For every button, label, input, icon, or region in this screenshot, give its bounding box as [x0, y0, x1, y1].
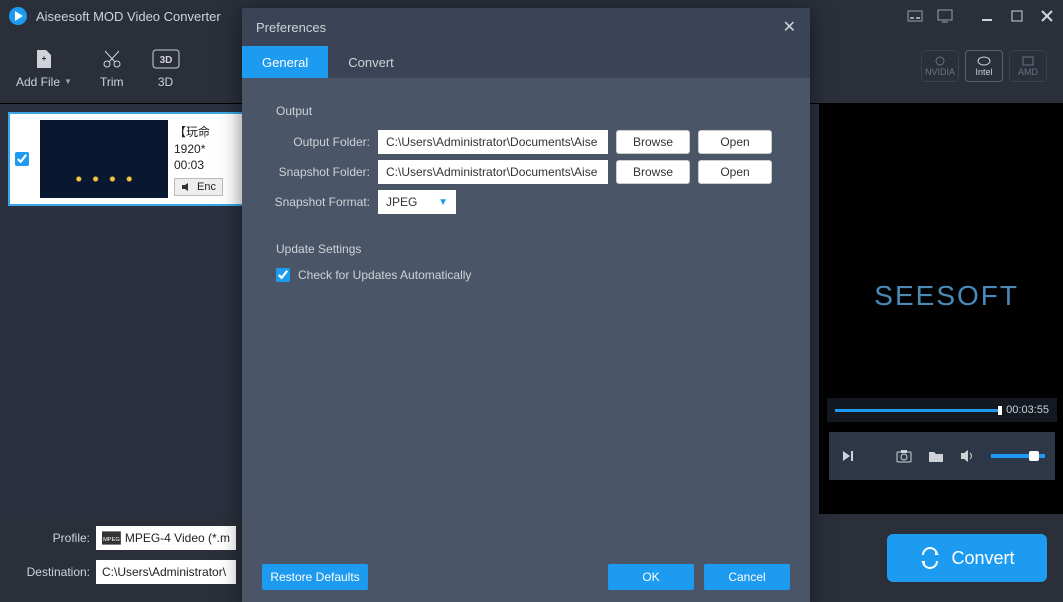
file-checkbox[interactable]	[15, 152, 29, 166]
speaker-icon	[181, 182, 193, 192]
file-thumbnail	[40, 120, 168, 198]
next-icon[interactable]	[839, 447, 857, 465]
chevron-down-icon: ▼	[64, 77, 72, 86]
output-folder-label: Output Folder:	[262, 135, 370, 149]
video-progress[interactable]: 00:03:55	[827, 398, 1057, 422]
file-row[interactable]: 【玩命 1920* 00:03 Enc	[8, 112, 244, 206]
volume-icon[interactable]	[959, 447, 977, 465]
file-resolution: 1920*	[174, 142, 238, 156]
ok-button[interactable]: OK	[608, 564, 694, 590]
svg-text:MPEG: MPEG	[103, 537, 120, 543]
profile-select[interactable]: MPEG MPEG-4 Video (*.m	[96, 526, 236, 550]
output-folder-input[interactable]: C:\Users\Administrator\Documents\Aise	[378, 130, 608, 154]
close-icon[interactable]	[1039, 8, 1055, 24]
restore-defaults-button[interactable]: Restore Defaults	[262, 564, 368, 590]
maximize-icon[interactable]	[1009, 8, 1025, 24]
destination-input[interactable]: C:\Users\Administrator\	[96, 560, 236, 584]
app-logo-icon	[8, 6, 28, 26]
file-duration: 00:03	[174, 158, 238, 172]
dialog-close-icon[interactable]: ✕	[783, 17, 796, 37]
dialog-tabs: General Convert	[242, 46, 810, 78]
camera-icon[interactable]	[895, 447, 913, 465]
tab-general[interactable]: General	[242, 46, 328, 78]
intel-badge: Intel	[965, 50, 1003, 82]
3d-icon: 3D	[152, 47, 180, 71]
chevron-down-icon: ▼	[438, 197, 448, 208]
brand-watermark: SEESOFT	[874, 280, 1019, 312]
subtitle-icon[interactable]	[907, 8, 923, 24]
update-checkbox[interactable]	[276, 268, 290, 282]
screen-icon[interactable]	[937, 8, 953, 24]
add-file-label: Add File	[16, 75, 60, 89]
dialog-footer: Restore Defaults OK Cancel	[242, 552, 810, 602]
snapshot-open-button[interactable]: Open	[698, 160, 772, 184]
dialog-titlebar: Preferences ✕	[242, 8, 810, 46]
mpeg-icon: MPEG	[102, 531, 121, 545]
add-file-button[interactable]: Add File ▼	[16, 47, 72, 89]
convert-button[interactable]: Convert	[887, 534, 1047, 582]
preferences-dialog: Preferences ✕ General Convert Output Out…	[242, 8, 810, 602]
file-name: 【玩命	[174, 123, 238, 140]
scissors-icon	[101, 47, 123, 71]
volume-slider[interactable]	[991, 454, 1045, 458]
encode-label: Enc	[197, 181, 216, 193]
amd-badge: AMD	[1009, 50, 1047, 82]
video-time: 00:03:55	[1006, 404, 1049, 416]
trim-label: Trim	[100, 75, 124, 89]
3d-button[interactable]: 3D 3D	[152, 47, 180, 89]
update-checkbox-label: Check for Updates Automatically	[298, 268, 471, 282]
snapshot-browse-button[interactable]: Browse	[616, 160, 690, 184]
folder-icon[interactable]	[927, 447, 945, 465]
snapshot-format-label: Snapshot Format:	[262, 195, 370, 209]
dialog-body: Output Output Folder: C:\Users\Administr…	[242, 78, 810, 552]
preview-controls	[829, 432, 1055, 480]
output-section-title: Output	[276, 104, 790, 118]
add-file-icon	[33, 47, 55, 71]
snapshot-folder-input[interactable]: C:\Users\Administrator\Documents\Aise	[378, 160, 608, 184]
encode-settings-button[interactable]: Enc	[174, 178, 223, 196]
tab-convert[interactable]: Convert	[328, 46, 414, 78]
output-browse-button[interactable]: Browse	[616, 130, 690, 154]
cancel-button[interactable]: Cancel	[704, 564, 790, 590]
snapshot-folder-label: Snapshot Folder:	[262, 165, 370, 179]
convert-icon	[919, 547, 941, 569]
destination-label: Destination:	[16, 565, 90, 579]
trim-button[interactable]: Trim	[100, 47, 124, 89]
3d-label: 3D	[158, 75, 173, 89]
update-section-title: Update Settings	[276, 242, 790, 256]
dialog-title: Preferences	[256, 20, 326, 35]
snapshot-format-select[interactable]: JPEG ▼	[378, 190, 456, 214]
svg-text:3D: 3D	[159, 55, 172, 66]
profile-label: Profile:	[16, 531, 90, 545]
convert-label: Convert	[951, 548, 1014, 569]
output-open-button[interactable]: Open	[698, 130, 772, 154]
nvidia-badge: NVIDIA	[921, 50, 959, 82]
minimize-icon[interactable]	[979, 8, 995, 24]
